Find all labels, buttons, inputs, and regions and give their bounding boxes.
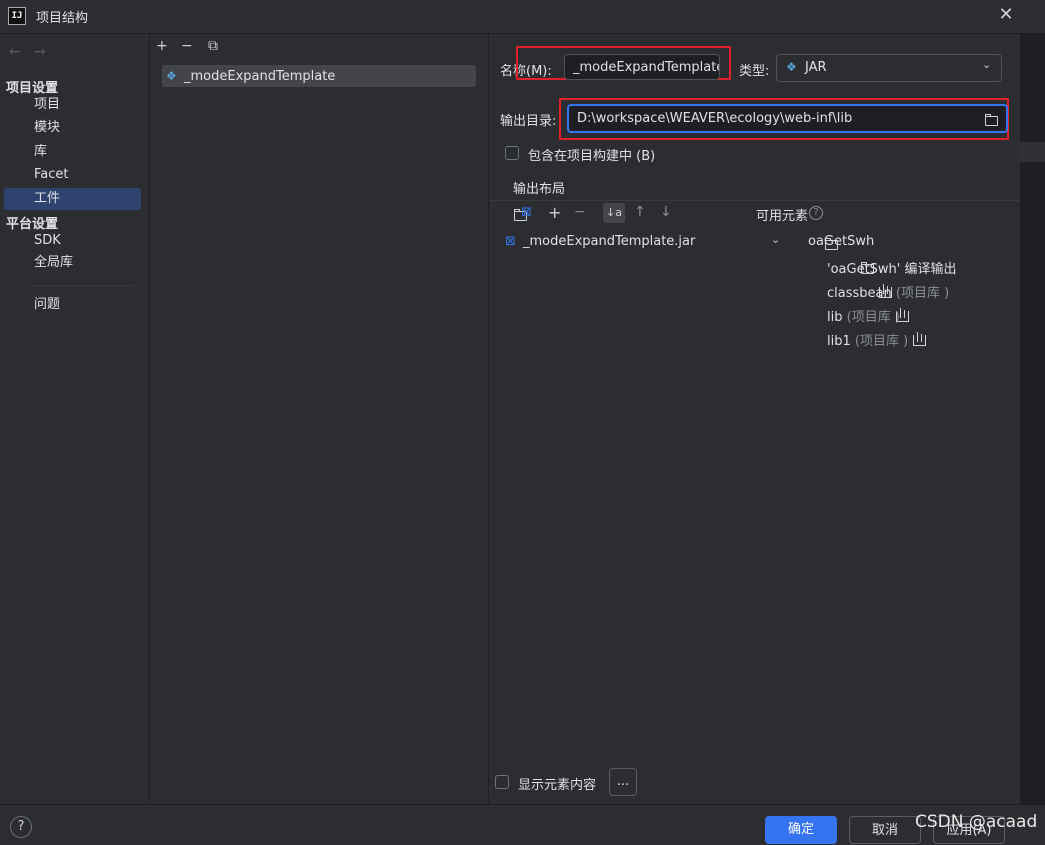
intellij-app-icon: IJ xyxy=(8,7,26,25)
add-icon[interactable]: + xyxy=(156,38,168,54)
sidebar-item-sdk[interactable]: SDK xyxy=(4,230,141,252)
tree-item-name: lib xyxy=(827,310,843,325)
artifact-list-pane xyxy=(150,34,489,804)
back-arrow-icon[interactable]: ← xyxy=(9,44,21,60)
tree-item-name: lib1 xyxy=(827,334,851,349)
jar-artifact-icon: ❖ xyxy=(166,69,177,83)
output-dir-label: 输出目录: xyxy=(500,114,557,129)
forward-arrow-icon[interactable]: → xyxy=(34,44,46,60)
tree-item-suffix: (项目库 ) xyxy=(846,310,900,325)
move-up-icon[interactable]: ↑ xyxy=(634,204,646,220)
sort-elements-icon[interactable]: ↓a xyxy=(603,203,625,223)
more-options-button[interactable]: ... xyxy=(609,768,637,796)
type-dropdown-value: JAR xyxy=(805,60,827,75)
tree-item-classbean[interactable]: classbean (项目库 ) xyxy=(827,282,949,301)
module-node[interactable]: oaGetSwh xyxy=(808,234,874,249)
sidebar-item-libraries[interactable]: 库 xyxy=(4,141,141,163)
tree-item-lib1[interactable]: lib1 (项目库 ) xyxy=(827,330,908,349)
include-in-build-checkbox[interactable] xyxy=(505,146,519,160)
tree-item-suffix: (项目库 ) xyxy=(854,334,909,349)
tab-output-layout[interactable]: 输出布局 xyxy=(513,178,565,197)
sidebar-item-problems[interactable]: 问题 xyxy=(4,294,141,316)
sidebar-item-project[interactable]: 项目 xyxy=(4,94,141,116)
output-dir-field[interactable]: D:\workspace\WEAVER\ecology\web-inf\lib xyxy=(567,104,1008,133)
tab-divider xyxy=(490,200,1020,201)
chevron-down-icon[interactable]: ⌄ xyxy=(771,233,780,246)
help-question-icon[interactable]: ? xyxy=(809,206,823,220)
tree-item-name: classbean xyxy=(827,286,892,301)
sidebar-divider xyxy=(30,285,134,286)
sidebar-item-facet[interactable]: Facet xyxy=(4,164,141,186)
jar-type-icon: ❖ xyxy=(786,60,797,74)
name-field[interactable]: _modeExpandTemplate xyxy=(564,54,720,80)
tree-item-suffix: (项目库 ) xyxy=(895,286,950,301)
show-contents-checkbox[interactable] xyxy=(495,775,509,789)
background-window-strip xyxy=(1020,34,1045,804)
tree-item-lib[interactable]: lib (项目库 ) xyxy=(827,306,900,325)
add-archive-icon[interactable]: ⊠ xyxy=(521,205,532,220)
remove-icon[interactable]: − xyxy=(181,38,193,54)
include-in-build-label: 包含在项目构建中 (B) xyxy=(528,149,656,164)
sidebar-item-artifacts[interactable]: 工件 xyxy=(4,188,141,210)
close-icon[interactable]: ✕ xyxy=(996,4,1016,26)
remove-element-icon[interactable]: − xyxy=(574,204,586,220)
available-elements-label: 可用元素 xyxy=(756,209,809,224)
window-title: 项目结构 xyxy=(36,11,89,26)
browse-folder-icon[interactable] xyxy=(985,114,998,126)
watermark: CSDN @acaad xyxy=(915,812,1038,832)
copy-icon[interactable]: ⧉ xyxy=(208,38,218,54)
sidebar-item-modules[interactable]: 模块 xyxy=(4,117,141,139)
move-down-icon[interactable]: ↓ xyxy=(660,204,672,220)
library-icon xyxy=(912,332,926,346)
chevron-down-icon: ⌄ xyxy=(982,58,992,71)
type-label: 类型: xyxy=(739,64,770,79)
help-button[interactable]: ? xyxy=(10,816,32,838)
tree-item-compile-output[interactable]: 'oaGetSwh' 编译输出 xyxy=(827,258,957,277)
title-bar xyxy=(0,0,1045,34)
jar-archive-icon: ⊠ xyxy=(505,234,516,249)
artifact-list-item-label: _modeExpandTemplate xyxy=(184,69,336,84)
ok-button[interactable]: 确定 xyxy=(765,816,837,844)
cancel-button[interactable]: 取消 xyxy=(849,816,921,844)
show-contents-label: 显示元素内容 xyxy=(518,778,597,793)
sidebar-item-global-libraries[interactable]: 全局库 xyxy=(4,252,141,274)
add-copy-of-icon[interactable]: + xyxy=(548,203,561,222)
output-root-item[interactable]: _modeExpandTemplate.jar xyxy=(523,234,695,249)
